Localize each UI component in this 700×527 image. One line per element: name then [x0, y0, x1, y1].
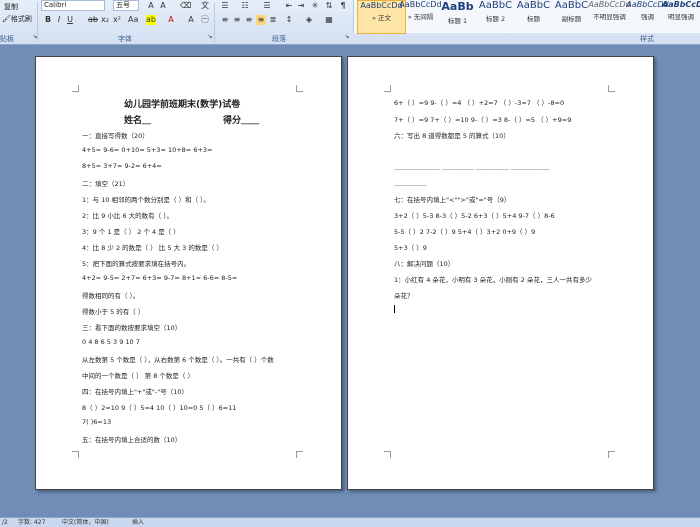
text-line: 7( )6=13 [82, 418, 112, 426]
margin-mark [384, 451, 391, 458]
text-line: 4：比 8 少 2 的数是（ ） 比 5 大 3 的数是（ ） [82, 244, 223, 252]
margin-mark [72, 451, 79, 458]
distributed-icon[interactable]: ≣ [268, 15, 278, 25]
text-line: 一：直接写得数（20） [82, 132, 149, 140]
margin-mark [608, 85, 615, 92]
style-intense-emphasis[interactable]: AaBbCcD 明显强调 [662, 0, 700, 32]
margin-mark [384, 85, 391, 92]
text-line: 1：小红有 4 朵花，小明有 3 朵花，小刚有 2 朵花，三人一共有多少 [394, 276, 592, 284]
text-line: 8+5= 3+7= 9-2= 6+4= [82, 162, 162, 170]
text-line: 0 4 8 6 5 3 9 10 7 [82, 338, 140, 346]
group-label-styles: 样式 [640, 35, 654, 43]
page-title: 幼儿园学前班期末(数学)试卷 [124, 100, 241, 110]
multilevel-list-icon[interactable]: ☰ [262, 1, 272, 11]
margin-mark [608, 451, 615, 458]
clear-format-icon[interactable]: ⌫ [180, 1, 191, 11]
highlight-icon[interactable]: ab [146, 15, 156, 25]
align-left-icon[interactable]: ≡ [220, 15, 230, 25]
group-label-font: 字体 [118, 35, 132, 43]
text-line: 从左数第 5 个数是（ ），从右数第 6 个数是（ ）。一共有（ ）个数 [82, 356, 274, 364]
subscript-button[interactable]: x₂ [100, 15, 110, 25]
text-line: 7+（ ）=9 7+（ ）=10 9-（ ）=3 8-（ ）=5 （ ）+9=9 [394, 116, 572, 124]
phonetic-guide-icon[interactable]: 文 [200, 1, 210, 11]
font-name-select[interactable]: Calibri [41, 0, 105, 11]
superscript-button[interactable]: x² [112, 15, 122, 25]
text-line: 4+2= 9-5= 2+7= 6+3= 9-7= 8+1= 6-6= 8-5= [82, 274, 238, 282]
shrink-font-icon[interactable]: A [158, 1, 168, 11]
text-line: 四：在括号内填上"+"或"-"号（10） [82, 388, 189, 396]
enclose-char-icon[interactable]: ㊀ [200, 15, 210, 25]
char-border-icon[interactable]: A [186, 15, 196, 25]
chinese-layout-icon[interactable]: ✳ [310, 1, 320, 11]
align-center-icon[interactable]: ≡ [232, 15, 242, 25]
font-launcher-icon[interactable]: ↘ [205, 32, 215, 42]
bullets-icon[interactable]: ☰ [220, 1, 230, 11]
text-line: 中间的一个数是（ ） 第 8 个数是（ ） [82, 372, 194, 380]
increase-indent-icon[interactable]: ⇥ [296, 1, 306, 11]
margin-mark [296, 85, 303, 92]
text-line: 4+5= 9-6= 0+10= 5+3= 10+8= 6+3= [82, 146, 213, 154]
show-marks-icon[interactable]: ¶ [338, 1, 348, 11]
format-painter-label: 格式刷 [10, 15, 32, 23]
shading-icon[interactable]: ◈ [304, 15, 314, 25]
decrease-indent-icon[interactable]: ⇤ [284, 1, 294, 11]
text-line: 3+2（ ）5-3 8-3（ ）5-2 6+3（ ）5+4 9-7（ ）8-6 [394, 212, 555, 220]
text-line: 5-5（ ）2 7-2（ ）9 5+4（ ）3+2 0+9（ ）9 [394, 228, 536, 236]
style-name: 明显强调 [668, 13, 694, 21]
name-score-line: 姓名＿ 得分＿＿ [124, 116, 260, 126]
text-cursor [394, 305, 395, 313]
group-label-clipboard: 贴板 [0, 35, 14, 43]
text-line: 2：比 9 小比 6 大的数有（ ）。 [82, 212, 173, 220]
underline-button[interactable]: U [65, 15, 75, 25]
font-color-icon[interactable]: A [166, 15, 176, 25]
bold-button[interactable]: B [43, 15, 53, 25]
text-line: 朵花？ [394, 292, 414, 300]
text-line: 得数相同的有（ ）。 [82, 292, 140, 300]
brush-icon: 🖌 [2, 15, 11, 23]
line-spacing-icon[interactable]: ↕ [284, 15, 294, 25]
text-line: 三：看下面的数按要求填空（10） [82, 324, 182, 332]
sort-icon[interactable]: ⇅ [324, 1, 334, 11]
text-line: 5：把下面的算式按要求填在括号内。 [82, 260, 191, 268]
text-line: 8（ ）2=10 9（ ）5=4 10（ ）10=0 5（ ）6=11 [82, 404, 237, 412]
document-page-1[interactable]: 幼儿园学前班期末(数学)试卷 姓名＿ 得分＿＿ 一：直接写得数（20） 4+5=… [35, 56, 342, 490]
margin-mark [72, 85, 79, 92]
text-line: 八：解决问题（10） [394, 260, 455, 268]
font-size-select[interactable]: 五号 [113, 0, 139, 11]
margin-mark [296, 451, 303, 458]
answer-blank-line[interactable]: ＿＿＿＿＿ [394, 177, 427, 187]
grow-font-icon[interactable]: A [146, 1, 156, 11]
text-line: 二：填空（21） [82, 180, 130, 188]
justify-icon[interactable]: ≡ [256, 15, 266, 25]
strikethrough-button[interactable]: ab [88, 15, 98, 25]
text-line: 1：与 10 相邻的两个数分别是（ ）和（ ）。 [82, 196, 210, 204]
styles-gallery: AaBbCcDd» 正文 AaBbCcDd» 无间隔 AaBb 标题 1 AaBb… [353, 0, 700, 34]
text-line: 七：在括号内填上"<"">"或"="号（9） [394, 196, 511, 204]
answer-blank-line[interactable]: ＿＿＿＿＿＿＿ ＿＿＿＿＿ ＿＿＿＿＿ ＿＿＿＿＿＿ [394, 161, 550, 171]
borders-icon[interactable]: ▦ [324, 15, 334, 25]
style-preview: AaBbCcD [662, 0, 700, 9]
ribbon: 复制 🖌格式刷 Calibri 五号 B I U ab x₂ x² Aa ab … [0, 0, 700, 45]
numbering-icon[interactable]: ☷ [240, 1, 250, 11]
clipboard-launcher-icon[interactable]: ↘ [30, 32, 40, 42]
group-label-paragraph: 段落 [272, 35, 286, 43]
align-right-icon[interactable]: ≡ [244, 15, 254, 25]
text-line: 5+3（ ）9 [394, 244, 427, 252]
format-painter-button[interactable]: 🖌格式刷 [2, 14, 32, 24]
text-line: 五：在括号内填上合适的数（10） [82, 436, 182, 444]
text-line: 3：9 个 1 是（ ） 2 个 4 是（ ） [82, 228, 180, 236]
italic-button[interactable]: I [54, 15, 64, 25]
text-line: 六：写出 8 道得数都是 5 的算式（10） [394, 132, 510, 140]
text-line: 得数小于 5 的有（ ） [82, 308, 145, 316]
document-page-2[interactable]: 6+（ ）=9 9-（ ）=4 （ ）+2=7 （ ）-3=7 （ ）-8=0 … [347, 56, 654, 490]
change-case-button[interactable]: Aa [128, 15, 138, 25]
text-line: 6+（ ）=9 9-（ ）=4 （ ）+2=7 （ ）-3=7 （ ）-8=0 [394, 99, 565, 107]
paragraph-launcher-icon[interactable]: ↘ [342, 32, 352, 42]
copy-button[interactable]: 复制 [4, 2, 18, 12]
